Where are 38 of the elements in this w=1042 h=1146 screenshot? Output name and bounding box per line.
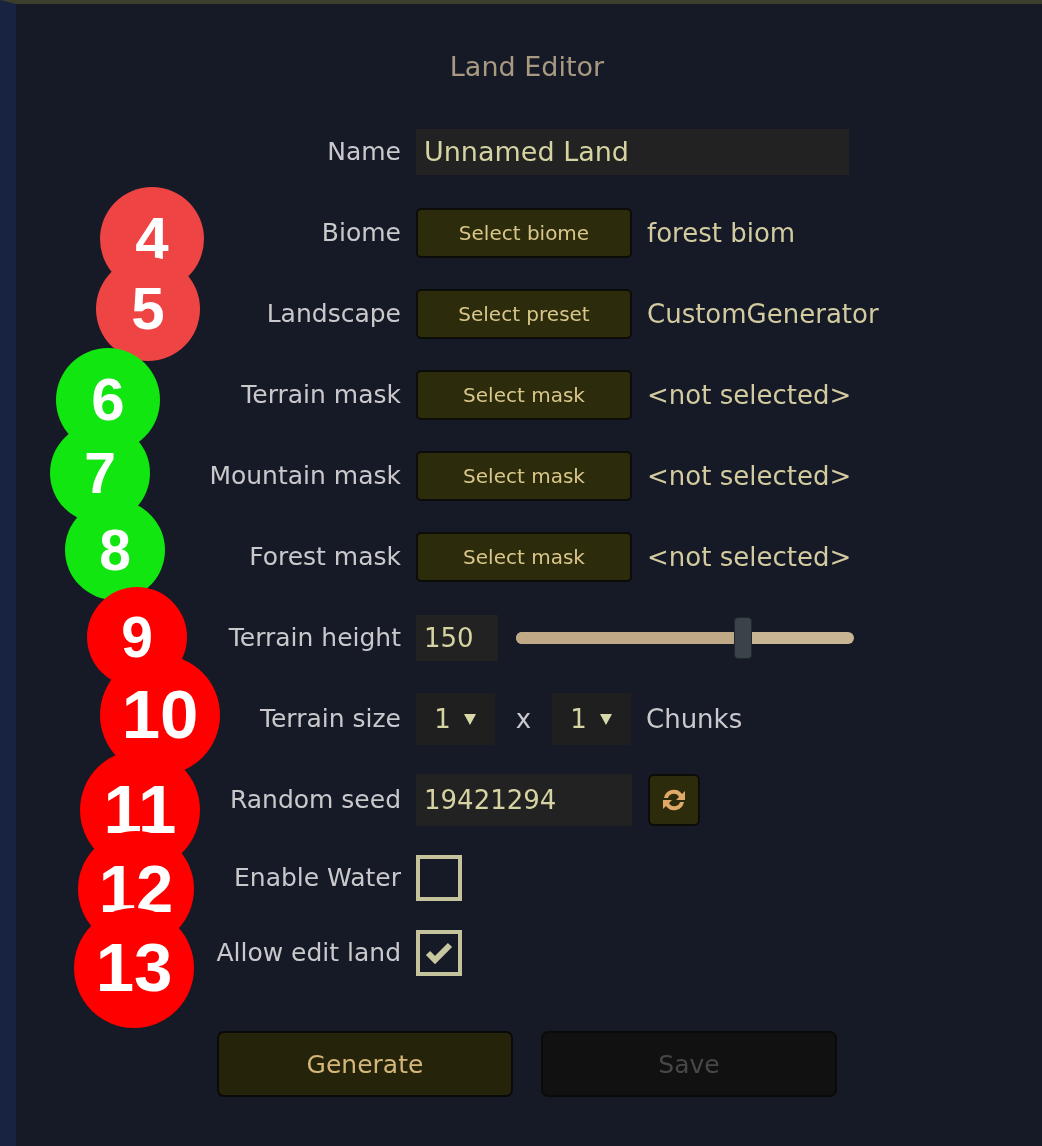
name-field[interactable]: Unnamed Land bbox=[416, 128, 849, 175]
times-sign: x bbox=[514, 703, 533, 734]
checkbox[interactable] bbox=[416, 854, 462, 901]
caret-icon bbox=[462, 711, 477, 726]
field-label: Forest mask bbox=[249, 542, 401, 571]
selection-value: forest biom bbox=[647, 217, 796, 248]
generate-button[interactable]: Generate bbox=[217, 1031, 513, 1097]
caret-icon bbox=[598, 711, 613, 726]
height-slider[interactable] bbox=[516, 616, 854, 659]
field-label: Name bbox=[327, 137, 401, 166]
field-label: Mountain mask bbox=[209, 461, 401, 490]
field-label: Terrain mask bbox=[241, 380, 401, 409]
select-button[interactable]: Select mask bbox=[416, 450, 632, 501]
select-button[interactable]: Select biome bbox=[416, 207, 632, 258]
selection-value: <not selected> bbox=[647, 379, 852, 410]
field-label: Allow edit land bbox=[216, 938, 401, 967]
slider-thumb[interactable] bbox=[734, 616, 753, 659]
field-label: Enable Water bbox=[234, 863, 401, 892]
check-icon bbox=[425, 940, 453, 965]
seed-field[interactable]: 19421294 bbox=[416, 773, 632, 826]
field-label: Terrain height bbox=[228, 623, 401, 652]
selection-value: CustomGenerator bbox=[647, 298, 879, 329]
field-label: Biome bbox=[321, 218, 401, 247]
unit-label: Chunks bbox=[646, 703, 743, 734]
selection-value: <not selected> bbox=[647, 460, 852, 491]
field-label: Random seed bbox=[229, 785, 401, 814]
height-field[interactable]: 150 bbox=[416, 614, 498, 661]
refresh-button[interactable] bbox=[648, 773, 700, 826]
selection-value: <not selected> bbox=[647, 541, 852, 572]
size-dropdown[interactable]: 1 bbox=[416, 692, 495, 745]
size-dropdown[interactable]: 1 bbox=[552, 692, 631, 745]
select-button[interactable]: Select preset bbox=[416, 288, 632, 339]
select-button[interactable]: Select mask bbox=[416, 369, 632, 420]
select-button[interactable]: Select mask bbox=[416, 531, 632, 582]
checkbox[interactable] bbox=[416, 929, 462, 976]
field-label: Terrain size bbox=[259, 704, 401, 733]
field-label: Landscape bbox=[266, 299, 401, 328]
panel-title: Land Editor bbox=[448, 50, 606, 84]
